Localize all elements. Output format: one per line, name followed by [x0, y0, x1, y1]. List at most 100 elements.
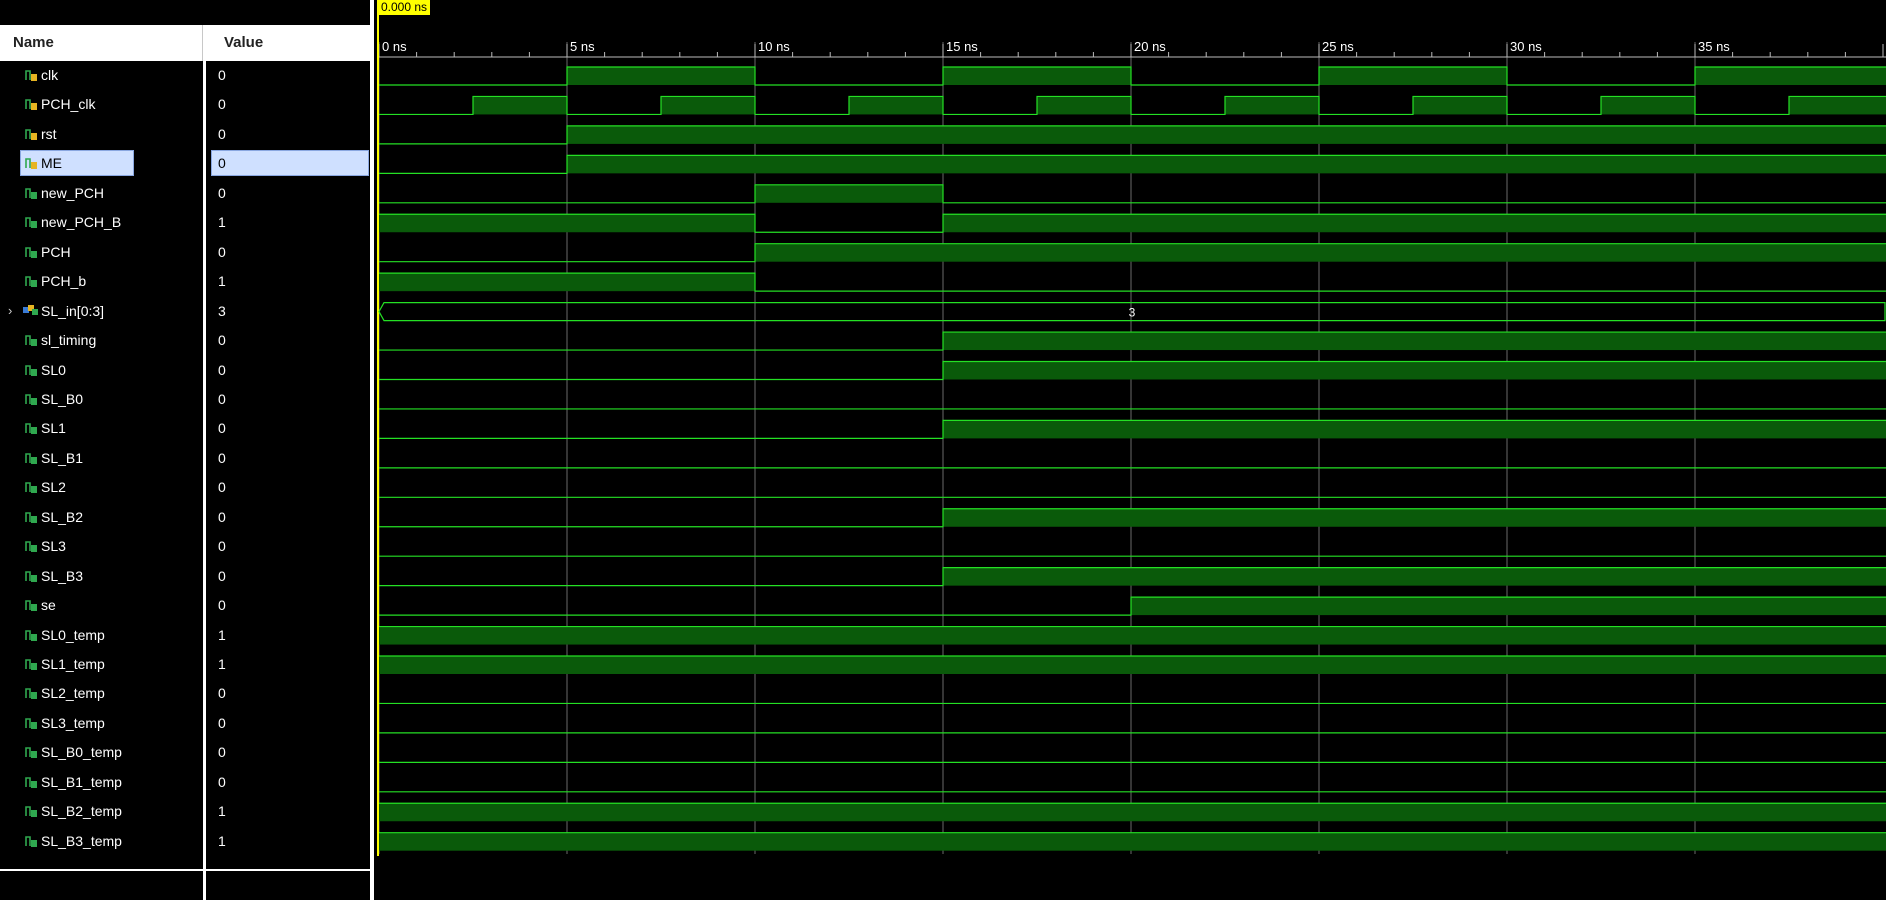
signal-value-row-sl-b0-temp[interactable]: 0 [206, 738, 370, 767]
signal-name: SL2_temp [41, 685, 105, 701]
signal-row-sl0-temp[interactable]: SL0_temp [0, 621, 203, 650]
signal-row-sl1[interactable]: SL1 [0, 414, 203, 443]
signal-value: 0 [218, 685, 226, 701]
logic-signal-icon [24, 775, 38, 789]
column-divider[interactable] [203, 25, 206, 900]
signal-value-row-sl-in-0-3[interactable]: 3 [206, 297, 370, 326]
logic-signal-icon [24, 804, 38, 818]
signal-value-row-sl2[interactable]: 0 [206, 473, 370, 502]
logic-signal-icon [24, 745, 38, 759]
signal-value-row-sl0[interactable]: 0 [206, 356, 370, 385]
signal-value-row-me[interactable]: 0 [206, 149, 370, 178]
clock-signal-icon [24, 68, 38, 82]
signal-row-pch-clk[interactable]: PCH_clk [0, 90, 203, 119]
expand-chevron-icon[interactable]: › [8, 303, 12, 318]
signal-value: 1 [218, 627, 226, 643]
signal-value-row-new-pch-b[interactable]: 1 [206, 208, 370, 237]
signal-value-row-sl2-temp[interactable]: 0 [206, 679, 370, 708]
signal-row-new-pch[interactable]: new_PCH [0, 179, 203, 208]
signal-row-sl3-temp[interactable]: SL3_temp [0, 709, 203, 738]
logic-signal-icon [24, 392, 38, 406]
signal-value-row-sl-b3-temp[interactable]: 1 [206, 827, 370, 856]
signal-value-row-pch-b[interactable]: 1 [206, 267, 370, 296]
high-level-fill [379, 626, 1886, 645]
logic-signal-icon [24, 510, 38, 524]
high-level-fill [1319, 67, 1507, 85]
signal-row-sl-b1[interactable]: SL_B1 [0, 444, 203, 473]
logic-signal-icon [24, 186, 38, 200]
signal-row-sl-b0[interactable]: SL_B0 [0, 385, 203, 414]
signal-value-row-sl-b2-temp[interactable]: 1 [206, 797, 370, 826]
signal-name: se [41, 597, 56, 613]
signal-name: new_PCH_B [41, 214, 122, 230]
signal-name: PCH [41, 244, 71, 260]
signal-row-sl-timing[interactable]: sl_timing [0, 326, 203, 355]
signal-value-row-sl3[interactable]: 0 [206, 532, 370, 561]
signal-name: SL_B3 [41, 568, 84, 584]
signal-row-rst[interactable]: rst [0, 120, 203, 149]
signal-value-row-pch[interactable]: 0 [206, 238, 370, 267]
signal-value-row-sl1[interactable]: 0 [206, 414, 370, 443]
clock-signal-icon [24, 156, 38, 170]
signal-row-new-pch-b[interactable]: new_PCH_B [0, 208, 203, 237]
signal-value: 0 [218, 509, 226, 525]
signal-value: 0 [218, 744, 226, 760]
value-column-header[interactable]: Value [206, 25, 370, 61]
signal-name: clk [41, 67, 59, 83]
signal-value-row-clk[interactable]: 0 [206, 61, 370, 90]
signal-name: PCH_b [41, 273, 87, 289]
cursor-time-marker[interactable]: 0.000 ns [378, 0, 431, 15]
logic-signal-icon [24, 834, 38, 848]
signal-value-row-new-pch[interactable]: 0 [206, 179, 370, 208]
high-level-fill [943, 214, 1886, 233]
waveform-viewer[interactable]: 0 ns 5 ns 10 ns 15 ns 20 ns 25 ns 30 ns 35 ns 3 [374, 0, 1886, 900]
signal-value: 0 [218, 155, 226, 171]
value-header-label: Value [224, 34, 264, 51]
high-level-fill [379, 214, 755, 233]
signal-row-sl0[interactable]: SL0 [0, 356, 203, 385]
signal-row-clk[interactable]: clk [0, 61, 203, 90]
signal-row-sl-b3[interactable]: SL_B3 [0, 562, 203, 591]
logic-signal-icon [24, 215, 38, 229]
signal-name: SL_B3_temp [41, 833, 122, 849]
signal-value-row-sl-b2[interactable]: 0 [206, 503, 370, 532]
signal-row-sl-b2[interactable]: SL_B2 [0, 503, 203, 532]
time-tick-label: 15 ns [946, 39, 978, 54]
signal-value-row-pch-clk[interactable]: 0 [206, 90, 370, 119]
high-level-fill [943, 361, 1886, 380]
signal-row-sl-b0-temp[interactable]: SL_B0_temp [0, 738, 203, 767]
signal-row-sl2[interactable]: SL2 [0, 473, 203, 502]
signal-value-row-sl-timing[interactable]: 0 [206, 326, 370, 355]
signal-value: 0 [218, 450, 226, 466]
signal-value-row-sl-b0[interactable]: 0 [206, 385, 370, 414]
signal-row-sl1-temp[interactable]: SL1_temp [0, 650, 203, 679]
signal-row-pch[interactable]: PCH [0, 238, 203, 267]
signal-name: SL2 [41, 479, 66, 495]
signal-value-row-sl3-temp[interactable]: 0 [206, 709, 370, 738]
signal-row-sl2-temp[interactable]: SL2_temp [0, 679, 203, 708]
name-column-header[interactable]: Name [0, 25, 203, 61]
signal-row-sl-in-0-3[interactable]: › SL_in[0:3] [0, 297, 203, 326]
signal-value-row-sl0-temp[interactable]: 1 [206, 621, 370, 650]
high-level-fill [1131, 597, 1886, 616]
signal-value-row-rst[interactable]: 0 [206, 120, 370, 149]
logic-signal-icon [24, 274, 38, 288]
signal-value: 0 [218, 774, 226, 790]
signal-value-row-se[interactable]: 0 [206, 591, 370, 620]
logic-signal-icon [24, 686, 38, 700]
signal-row-pch-b[interactable]: PCH_b [0, 267, 203, 296]
signal-row-sl-b2-temp[interactable]: SL_B2_temp [0, 797, 203, 826]
signal-row-me[interactable]: ME [0, 149, 203, 178]
signal-value-row-sl-b3[interactable]: 0 [206, 562, 370, 591]
time-tick-label: 35 ns [1698, 39, 1730, 54]
clock-signal-icon [24, 127, 38, 141]
signal-row-sl-b3-temp[interactable]: SL_B3_temp [0, 827, 203, 856]
signal-value-row-sl1-temp[interactable]: 1 [206, 650, 370, 679]
signal-row-sl3[interactable]: SL3 [0, 532, 203, 561]
signal-name: SL_B1 [41, 450, 84, 466]
signal-row-sl-b1-temp[interactable]: SL_B1_temp [0, 768, 203, 797]
signal-value-row-sl-b1[interactable]: 0 [206, 444, 370, 473]
signal-value-row-sl-b1-temp[interactable]: 0 [206, 768, 370, 797]
time-tick-label: 5 ns [570, 39, 595, 54]
signal-row-se[interactable]: se [0, 591, 203, 620]
